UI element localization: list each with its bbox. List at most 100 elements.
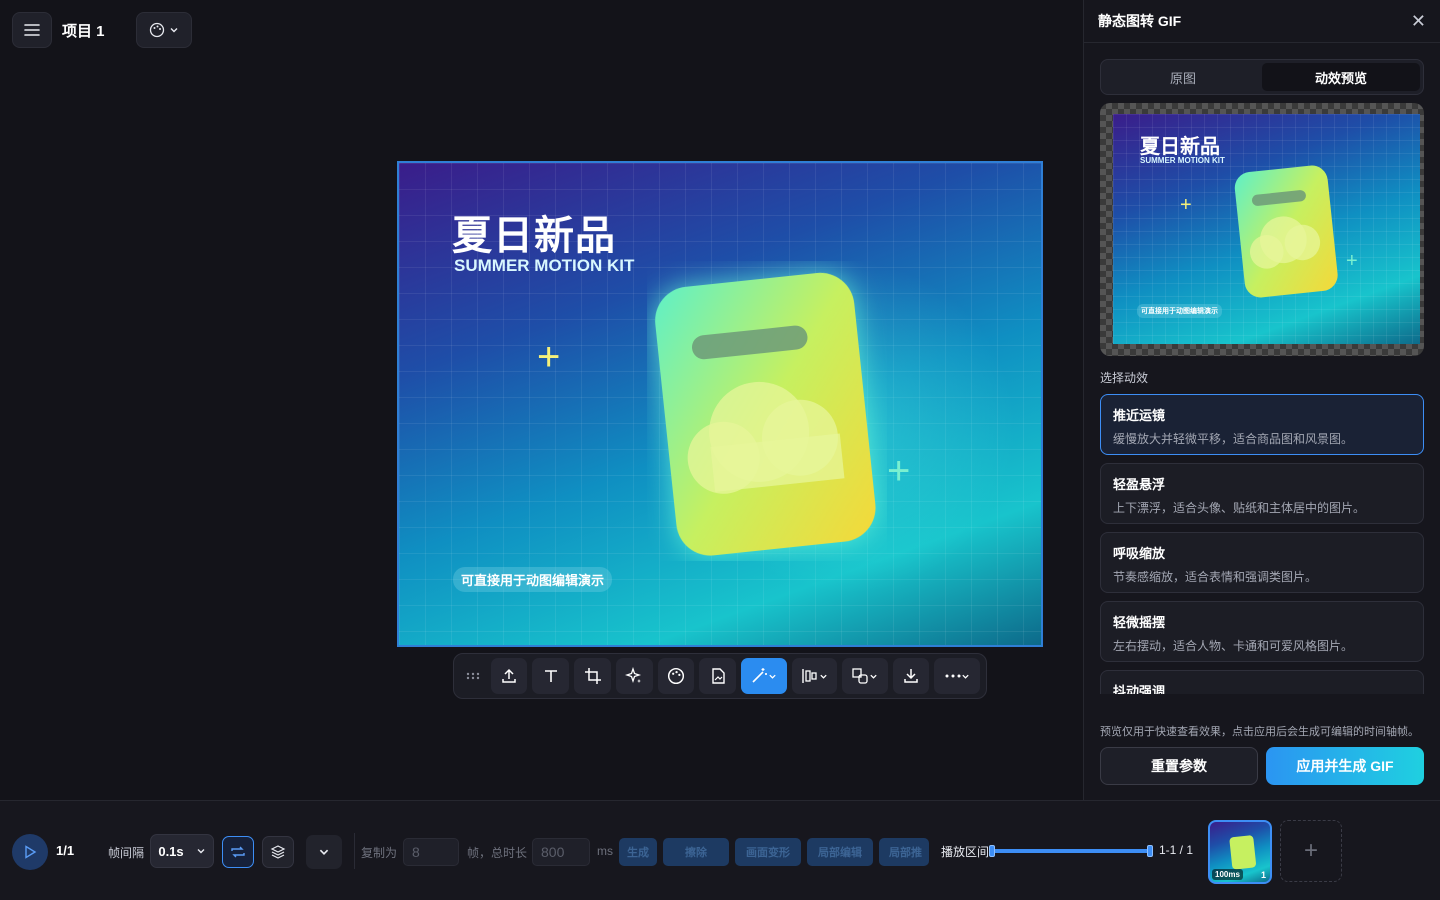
effect-list: 推近运镜 缓慢放大并轻微平移，适合商品图和风景图。 轻盈悬浮 上下漂浮，适合头像… — [1100, 394, 1424, 694]
crop-icon — [584, 668, 601, 684]
play-range-value: 1-1 / 1 — [1159, 843, 1194, 857]
sticker-card-illustration — [1234, 165, 1338, 298]
project-title[interactable]: 项目 1 — [62, 20, 105, 41]
add-frame-button[interactable]: + — [1280, 820, 1342, 882]
preview-tag-label: 可直接用于动图编辑演示 — [1137, 304, 1222, 318]
range-start-handle[interactable] — [989, 845, 995, 857]
sparkle-plus-icon: + — [887, 449, 911, 493]
apply-generate-gif-button[interactable]: 应用并生成 GIF — [1266, 747, 1424, 785]
close-icon[interactable]: ✕ — [1411, 11, 1426, 32]
layers-icon — [270, 845, 286, 859]
local-push-button[interactable]: 局部推 — [879, 838, 929, 866]
upload-button[interactable] — [490, 658, 528, 694]
sparkle-plus-icon: + — [537, 335, 561, 379]
canvas-title: 夏日新品 — [452, 214, 616, 258]
gif-effects-button[interactable] — [740, 658, 787, 694]
preview-image: 夏日新品 SUMMER MOTION KIT + + 可直接用于动图编辑演示 — [1113, 114, 1420, 344]
download-button[interactable] — [892, 658, 930, 694]
text-icon — [544, 670, 557, 682]
effect-name: 推近运镜 — [1113, 408, 1166, 423]
canvas-subtitle: SUMMER MOTION KIT — [454, 256, 635, 275]
menu-button[interactable] — [12, 12, 52, 48]
timeline-bar: 1/1 帧间隔 0.1s 复制为 8 帧，总时长 800 ms 生成 擦除 画面… — [0, 800, 1440, 900]
frame-duration-badge: 100ms — [1212, 869, 1243, 880]
erase-button[interactable]: 擦除 — [663, 838, 729, 866]
palette-icon — [149, 22, 165, 38]
preview-subtitle: SUMMER MOTION KIT — [1140, 156, 1225, 165]
editor-canvas[interactable]: 夏日新品 SUMMER MOTION KIT + + 可直接用于动图编辑演示 — [397, 161, 1043, 647]
chevron-down-icon — [319, 849, 329, 855]
effect-option-breathe[interactable]: 呼吸缩放 节奏感缩放，适合表情和强调类图片。 — [1100, 532, 1424, 593]
tab-effect-preview[interactable]: 动效预览 — [1262, 63, 1420, 91]
effect-name: 抖动强调 — [1113, 684, 1166, 694]
frame-thumbnail-image — [1229, 835, 1257, 870]
drag-handle[interactable] — [460, 658, 486, 694]
play-range-slider[interactable] — [989, 845, 1153, 857]
effect-option-sway[interactable]: 轻微摇摆 左右摆动，适合人物、卡通和可爱风格图片。 — [1100, 601, 1424, 662]
ms-unit-label: ms — [597, 844, 613, 858]
effect-option-shake[interactable]: 抖动强调 — [1100, 670, 1424, 694]
chevron-down-icon — [820, 674, 827, 679]
magic-wand-icon — [752, 668, 768, 683]
align-button[interactable] — [791, 658, 838, 694]
image-edit-button[interactable] — [699, 658, 736, 694]
preview-mode-tabs: 原图 动效预览 — [1100, 59, 1424, 95]
text-tool-button[interactable] — [532, 658, 570, 694]
reset-params-button[interactable]: 重置参数 — [1100, 747, 1258, 785]
local-edit-button[interactable]: 局部编辑 — [807, 838, 873, 866]
timeline-frame-thumbnail[interactable]: 100ms 1 — [1208, 820, 1272, 884]
shape-transform-button[interactable] — [842, 658, 888, 694]
interval-select[interactable]: 0.1s — [150, 834, 214, 868]
grip-dots-icon — [466, 672, 480, 680]
chevron-down-icon — [962, 674, 969, 679]
shapes-icon — [852, 668, 869, 684]
preview-title: 夏日新品 — [1140, 136, 1220, 158]
align-icon — [802, 669, 817, 683]
palette-icon — [667, 667, 684, 685]
more-options-button[interactable] — [934, 658, 981, 694]
sparkles-icon — [625, 667, 642, 684]
canvas-toolbar — [453, 653, 987, 699]
expand-button[interactable] — [306, 835, 342, 869]
play-icon — [25, 845, 37, 859]
sparkle-plus-icon: + — [1180, 194, 1192, 216]
total-duration-label: 帧，总时长 — [467, 846, 528, 860]
effect-preview: 夏日新品 SUMMER MOTION KIT + + 可直接用于动图编辑演示 — [1100, 103, 1424, 356]
crop-tool-button[interactable] — [574, 658, 611, 694]
sparkle-plus-icon: + — [1346, 250, 1358, 272]
upload-icon — [502, 668, 516, 683]
theme-palette-button[interactable] — [136, 12, 192, 48]
generate-button[interactable]: 生成 — [619, 838, 657, 866]
play-range-label: 播放区间 — [941, 845, 990, 859]
layers-button[interactable] — [262, 836, 294, 868]
loop-toggle-button[interactable] — [222, 836, 254, 868]
hamburger-icon — [24, 24, 40, 36]
effect-option-float[interactable]: 轻盈悬浮 上下漂浮，适合头像、贴纸和主体居中的图片。 — [1100, 463, 1424, 524]
effect-name: 轻盈悬浮 — [1113, 477, 1166, 492]
total-duration-input[interactable]: 800 — [532, 838, 590, 866]
image-file-icon — [711, 668, 725, 684]
effect-name: 轻微摇摆 — [1113, 615, 1166, 630]
play-button[interactable] — [12, 834, 48, 870]
plus-icon: + — [1303, 837, 1318, 864]
panel-header: 静态图转 GIF ✕ — [1084, 0, 1440, 43]
more-dots-icon — [945, 674, 961, 678]
tab-original[interactable]: 原图 — [1104, 63, 1262, 91]
color-tool-button[interactable] — [657, 658, 695, 694]
effect-desc: 左右摆动，适合人物、卡通和可爱风格图片。 — [1113, 639, 1354, 653]
canvas-tag-label: 可直接用于动图编辑演示 — [453, 567, 613, 592]
effect-desc: 节奏感缩放，适合表情和强调类图片。 — [1113, 570, 1318, 584]
range-end-handle[interactable] — [1147, 845, 1153, 857]
effect-option-push-in[interactable]: 推近运镜 缓慢放大并轻微平移，适合商品图和风景图。 — [1100, 394, 1424, 455]
effect-desc: 缓慢放大并轻微平移，适合商品图和风景图。 — [1113, 432, 1354, 446]
effect-desc: 上下漂浮，适合头像、贴纸和主体居中的图片。 — [1113, 501, 1366, 515]
effect-section-label: 选择动效 — [1100, 371, 1149, 385]
frame-counter: 1/1 — [56, 843, 75, 858]
copy-count-input[interactable]: 8 — [403, 838, 459, 866]
warp-button[interactable]: 画面变形 — [735, 838, 801, 866]
interval-value: 0.1s — [158, 843, 184, 859]
interval-label: 帧间隔 — [108, 846, 145, 860]
loop-icon — [231, 846, 245, 858]
gif-side-panel: 静态图转 GIF ✕ 原图 动效预览 夏日新品 SUMMER MOTION KI… — [1083, 0, 1440, 800]
ai-magic-button[interactable] — [615, 658, 653, 694]
